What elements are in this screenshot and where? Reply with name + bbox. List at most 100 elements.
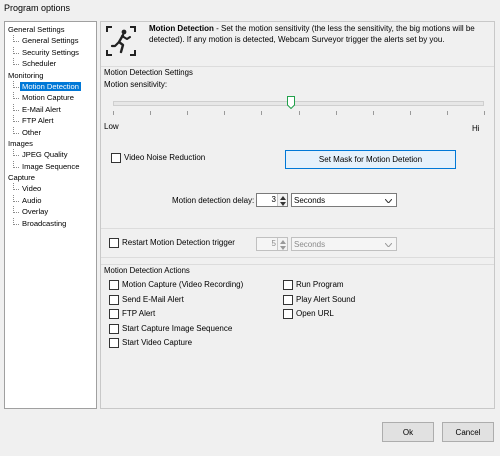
tree-item[interactable]: Image Sequence <box>5 160 96 172</box>
noise-reduction-checkbox[interactable] <box>111 153 121 163</box>
sensitivity-slider-thumb[interactable] <box>287 96 296 110</box>
tree-item[interactable]: E-Mail Alert <box>5 103 96 115</box>
action-checkbox[interactable] <box>109 338 119 348</box>
tree-item[interactable]: FTP Alert <box>5 115 96 126</box>
slider-tick <box>410 111 411 115</box>
tree-category[interactable]: Monitoring <box>5 70 96 81</box>
delay-value: 3 <box>271 195 276 204</box>
action-option[interactable]: Start Capture Image Sequence <box>109 323 284 339</box>
slider-tick <box>113 111 114 115</box>
sensitivity-slider-track[interactable] <box>113 101 484 106</box>
tree-item-label: General Settings <box>8 25 65 34</box>
chevron-down-icon <box>385 243 392 247</box>
noise-reduction-label: Video Noise Reduction <box>124 153 206 162</box>
action-label: Motion Capture (Video Recording) <box>122 280 244 289</box>
restart-trigger-checkbox[interactable] <box>109 238 119 248</box>
tree-item[interactable]: Other <box>5 126 96 138</box>
action-checkbox[interactable] <box>109 280 119 290</box>
tree-item-label: E-Mail Alert <box>22 104 61 114</box>
action-option[interactable]: Play Alert Sound <box>283 294 413 310</box>
slider-tick <box>224 111 225 115</box>
action-label: Send E-Mail Alert <box>122 294 184 304</box>
tree-item-label: Capture <box>8 173 36 183</box>
tree-item[interactable]: Audio <box>5 194 96 206</box>
slider-tick <box>187 111 188 115</box>
tree-item-label: General Settings <box>22 36 79 46</box>
tree-item[interactable]: JPEG Quality <box>5 149 96 160</box>
action-option[interactable]: Run Program <box>283 280 413 295</box>
tree-item-label: Motion Detection <box>20 81 81 91</box>
page-title: Motion Detection <box>149 24 214 33</box>
tree-item-label: Video <box>22 184 42 194</box>
action-option[interactable]: Open URL <box>283 309 413 324</box>
action-label: Start Video Capture <box>122 338 193 347</box>
tree-category[interactable]: Images <box>5 138 96 149</box>
tree-item-label: FTP Alert <box>22 116 54 126</box>
tree-item[interactable]: Overlay <box>5 206 96 217</box>
tree-item-label: Audio <box>22 195 42 205</box>
slider-tick <box>261 111 262 115</box>
delay-stepper[interactable]: 3 <box>256 193 288 207</box>
tree-item-label: Scheduler <box>22 59 57 69</box>
tree-item-label: Overlay <box>22 207 49 217</box>
motion-figure-icon <box>104 24 138 58</box>
window-title: Program options <box>4 3 71 13</box>
tree-item-label: Security Settings <box>22 47 79 57</box>
tree-item[interactable]: Broadcasting <box>5 217 96 229</box>
restart-trigger-label: Restart Motion Detection trigger <box>122 238 235 247</box>
action-checkbox[interactable] <box>283 309 293 319</box>
tree-item[interactable]: Scheduler <box>5 58 96 69</box>
slider-high-label: Hi <box>472 124 480 133</box>
action-label: Open URL <box>296 309 334 318</box>
tree-item[interactable]: Security Settings <box>5 46 96 58</box>
slider-tick <box>373 111 374 115</box>
slider-tick <box>336 111 337 115</box>
slider-tick <box>484 111 485 115</box>
restart-stepper-arrows[interactable] <box>277 238 287 250</box>
action-checkbox[interactable] <box>283 294 293 305</box>
chevron-down-icon <box>385 199 392 203</box>
restart-unit-value: Seconds <box>294 240 326 249</box>
action-label: FTP Alert <box>122 309 156 318</box>
action-option[interactable]: FTP Alert <box>109 309 284 324</box>
action-checkbox[interactable] <box>109 294 119 305</box>
delay-unit-value: Seconds <box>294 196 326 205</box>
set-mask-button[interactable]: Set Mask for Motion Detetion <box>285 150 456 169</box>
tree-item[interactable]: General Settings <box>5 35 96 46</box>
tree-category[interactable]: General Settings <box>5 24 96 35</box>
action-option[interactable]: Start Video Capture <box>109 338 284 353</box>
settings-section-title: Motion Detection Settings <box>104 68 193 77</box>
ok-button[interactable]: Ok <box>382 422 434 442</box>
tree-item-label: Monitoring <box>8 70 44 80</box>
actions-section-title: Motion Detection Actions <box>104 266 190 275</box>
action-label: Run Program <box>296 280 344 289</box>
page-description: Motion Detection - Set the motion sensit… <box>149 24 493 45</box>
sensitivity-label: Motion sensitivity: <box>104 80 168 89</box>
restart-stepper[interactable]: 5 <box>256 237 288 251</box>
tree-item-label: JPEG Quality <box>22 150 68 160</box>
action-option[interactable]: Motion Capture (Video Recording) <box>109 280 284 295</box>
slider-low-label: Low <box>104 122 119 131</box>
action-label: Play Alert Sound <box>296 294 356 304</box>
actions-right-list: Run Program Play Alert Sound Open URL <box>283 280 413 324</box>
restart-unit-select[interactable]: Seconds <box>291 237 397 251</box>
slider-tick <box>299 111 300 115</box>
tree-item[interactable]: Motion Detection <box>5 80 96 92</box>
action-option[interactable]: Send E-Mail Alert <box>109 294 284 310</box>
action-checkbox[interactable] <box>109 309 119 319</box>
options-tree[interactable]: General Settings General Settings Security… <box>4 21 97 409</box>
tree-item[interactable]: Video <box>5 183 96 194</box>
delay-unit-select[interactable]: Seconds <box>291 193 397 207</box>
delay-stepper-arrows[interactable] <box>277 194 287 206</box>
tree-item-label: Broadcasting <box>22 218 67 228</box>
tree-item[interactable]: Motion Capture <box>5 92 96 103</box>
tree-category[interactable]: Capture <box>5 172 96 183</box>
tree-item-label: Images <box>8 138 33 148</box>
restart-value: 5 <box>271 239 276 248</box>
actions-left-list: Motion Capture (Video Recording) Send E-M… <box>109 280 284 353</box>
tree-item-label: Image Sequence <box>22 161 80 171</box>
action-label: Start Capture Image Sequence <box>122 323 233 333</box>
cancel-button[interactable]: Cancel <box>442 422 494 442</box>
action-checkbox[interactable] <box>283 280 293 290</box>
action-checkbox[interactable] <box>109 323 119 334</box>
